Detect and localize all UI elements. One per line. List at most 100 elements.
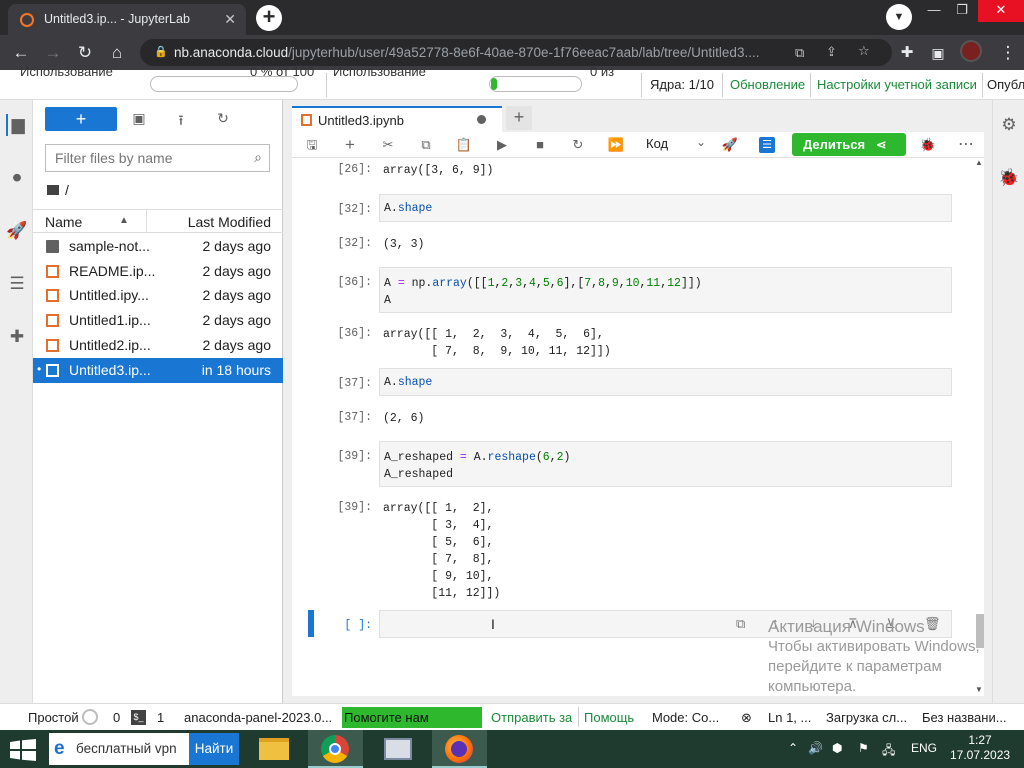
share-page-icon[interactable]: ⇪	[826, 44, 837, 60]
shield-icon: ⊗	[741, 710, 752, 725]
extensions-icon[interactable]: ✚	[897, 43, 917, 63]
insert-cell-icon[interactable]: +	[340, 136, 360, 154]
close-tab-icon[interactable]: ✕	[224, 11, 236, 28]
window-close-icon[interactable]: ✕	[978, 0, 1024, 22]
system-clock[interactable]: 1:27 17.07.2023	[950, 733, 1010, 763]
run-all-icon[interactable]: ⏩	[606, 136, 626, 154]
file-row[interactable]: Untitled1.ip... 2 days ago	[33, 308, 283, 333]
save-icon[interactable]: 🖫	[302, 136, 322, 154]
simple-mode-toggle[interactable]	[82, 709, 98, 725]
insert-below-icon[interactable]: ⊻	[886, 616, 896, 632]
volume-icon[interactable]: 🔊	[808, 741, 823, 755]
share-button[interactable]: Делиться ⋖	[792, 133, 906, 156]
paste-icon[interactable]: 📋	[454, 136, 474, 154]
extension-manager-icon[interactable]: ✚	[6, 326, 28, 348]
share-icon: ⋖	[875, 137, 887, 152]
file-browser-icon[interactable]: ▆	[6, 114, 28, 136]
file-row[interactable]: sample-not... 2 days ago	[33, 234, 283, 259]
insert-above-icon[interactable]: ⊼	[848, 616, 858, 632]
cut-icon[interactable]: ✂	[378, 136, 398, 154]
more-options-icon[interactable]: ⋯	[956, 136, 976, 154]
file-row[interactable]: Untitled2.ip... 2 days ago	[33, 333, 283, 358]
update-link[interactable]: Обновление	[730, 77, 805, 92]
find-button[interactable]: Найти	[189, 733, 239, 765]
account-settings-link[interactable]: Настройки учетной записи	[817, 77, 977, 92]
bookmark-star-icon[interactable]: ☆	[858, 43, 870, 59]
scroll-up-icon[interactable]: ▲	[975, 158, 983, 167]
restart-icon[interactable]: ↻	[568, 136, 588, 154]
file-row-selected[interactable]: • Untitled3.ip... in 18 hours	[33, 358, 283, 383]
flag-tray-icon[interactable]: ⚑	[858, 741, 869, 755]
cell-type-select[interactable]: Код	[646, 136, 668, 151]
help-link[interactable]: Помощь	[584, 710, 634, 725]
breadcrumb[interactable]: /	[47, 182, 69, 198]
move-cell-down-icon[interactable]: ↓	[810, 615, 817, 630]
network-icon[interactable]: 🖧	[882, 741, 895, 762]
tab-search-icon[interactable]: ▼	[886, 4, 912, 30]
extension-rocket-icon[interactable]: 🚀	[6, 220, 28, 242]
vpn-tray-icon[interactable]: ⬢	[832, 741, 842, 755]
run-icon[interactable]: ▶	[492, 136, 512, 154]
table-of-contents-icon[interactable]: ☰	[6, 273, 28, 295]
publish-link[interactable]: Опубл	[987, 77, 1024, 92]
file-row[interactable]: Untitled.ipy... 2 days ago	[33, 283, 283, 308]
firefox-taskbar-icon[interactable]	[432, 730, 487, 768]
notebook-tab[interactable]: Untitled3.ipynb	[292, 106, 502, 132]
running-kernels-icon[interactable]: ⏺	[6, 167, 28, 189]
move-cell-up-icon[interactable]: ↑	[772, 615, 779, 630]
rocket-extension-icon[interactable]: 🚀	[720, 136, 740, 154]
duplicate-cell-icon[interactable]: ⧉	[736, 616, 745, 632]
debugger-bug-icon[interactable]: 🐞	[998, 167, 1020, 189]
file-name: Untitled1.ip...	[69, 312, 151, 328]
show-hidden-icons-icon[interactable]: ⌃	[788, 741, 798, 755]
breadcrumb-root: /	[65, 182, 69, 198]
back-icon[interactable]: ←	[11, 43, 31, 63]
new-launcher-button[interactable]: +	[45, 107, 117, 131]
active-code-cell-input[interactable]: I ⧉ ↑ ↓ ⊼ ⊻ 🗑	[379, 610, 952, 638]
delete-cell-icon[interactable]: 🗑	[924, 616, 941, 632]
column-last-modified[interactable]: Last Modified	[188, 214, 271, 230]
file-explorer-taskbar-icon[interactable]	[246, 730, 301, 768]
reload-icon[interactable]: ↻	[75, 43, 95, 63]
windows-start-icon[interactable]	[10, 739, 36, 761]
column-name[interactable]: Name	[45, 214, 82, 230]
task-manager-taskbar-icon[interactable]	[370, 730, 425, 768]
add-tab-icon[interactable]: +	[506, 106, 532, 130]
property-inspector-gear-icon[interactable]: ⚙	[998, 114, 1020, 136]
stop-icon[interactable]: ■	[530, 136, 550, 154]
upload-icon[interactable]: ⭱	[171, 110, 191, 130]
home-icon[interactable]: ⌂	[107, 43, 127, 63]
send-feedback-link[interactable]: Отправить за	[491, 710, 572, 725]
file-modified: 2 days ago	[202, 312, 272, 328]
code-cell-input[interactable]: A.shape	[379, 194, 952, 222]
notebook-content: [26]: array([3, 6, 9]) [32]: A.shape [32…	[292, 158, 984, 696]
refresh-icon[interactable]: ↻	[213, 110, 233, 130]
new-folder-icon[interactable]: ▣	[129, 110, 149, 130]
profile-avatar[interactable]	[960, 40, 982, 62]
scroll-down-icon[interactable]: ▼	[975, 685, 983, 694]
forward-icon[interactable]: →	[43, 43, 63, 63]
code-cell-input[interactable]: A_reshaped = A.reshape(6,2) A_reshaped	[379, 441, 952, 487]
copy-icon[interactable]: ⧉	[416, 136, 436, 154]
taskbar-search-field[interactable]: e бесплатный vpn	[49, 733, 189, 765]
filter-files-field[interactable]: ⌕	[45, 144, 270, 172]
unsaved-dot-icon[interactable]	[477, 115, 486, 124]
code-cell-input[interactable]: A.shape	[379, 368, 952, 396]
translate-icon[interactable]: ⧉	[795, 45, 804, 61]
help-improve-banner[interactable]: Помогите нам улучшить	[342, 707, 482, 728]
browser-tab[interactable]: Untitled3.ip... - JupyterLab ✕	[8, 4, 246, 35]
chevron-down-icon[interactable]: ⌄	[696, 135, 706, 149]
new-tab-icon[interactable]: +	[256, 5, 282, 31]
debugger-icon[interactable]: 🐞	[918, 136, 938, 154]
scrollbar-thumb[interactable]	[976, 614, 984, 648]
restore-icon[interactable]: ❐	[945, 0, 979, 22]
browser-menu-icon[interactable]: ⋮	[998, 43, 1018, 63]
filter-files-input[interactable]	[46, 145, 241, 171]
language-indicator[interactable]: ENG	[911, 741, 937, 755]
sidebar-toggle-icon[interactable]: ▣	[928, 43, 948, 63]
settings-list-icon[interactable]: ☰	[759, 137, 775, 153]
code-cell-input[interactable]: A = np.array([[1,2,3,4,5,6],[7,8,9,10,11…	[379, 267, 952, 313]
chrome-taskbar-icon[interactable]	[308, 730, 363, 768]
file-row[interactable]: README.ip... 2 days ago	[33, 259, 283, 284]
url-field[interactable]: 🔒 nb.anaconda.cloud/jupyterhub/user/49a5…	[140, 39, 892, 66]
